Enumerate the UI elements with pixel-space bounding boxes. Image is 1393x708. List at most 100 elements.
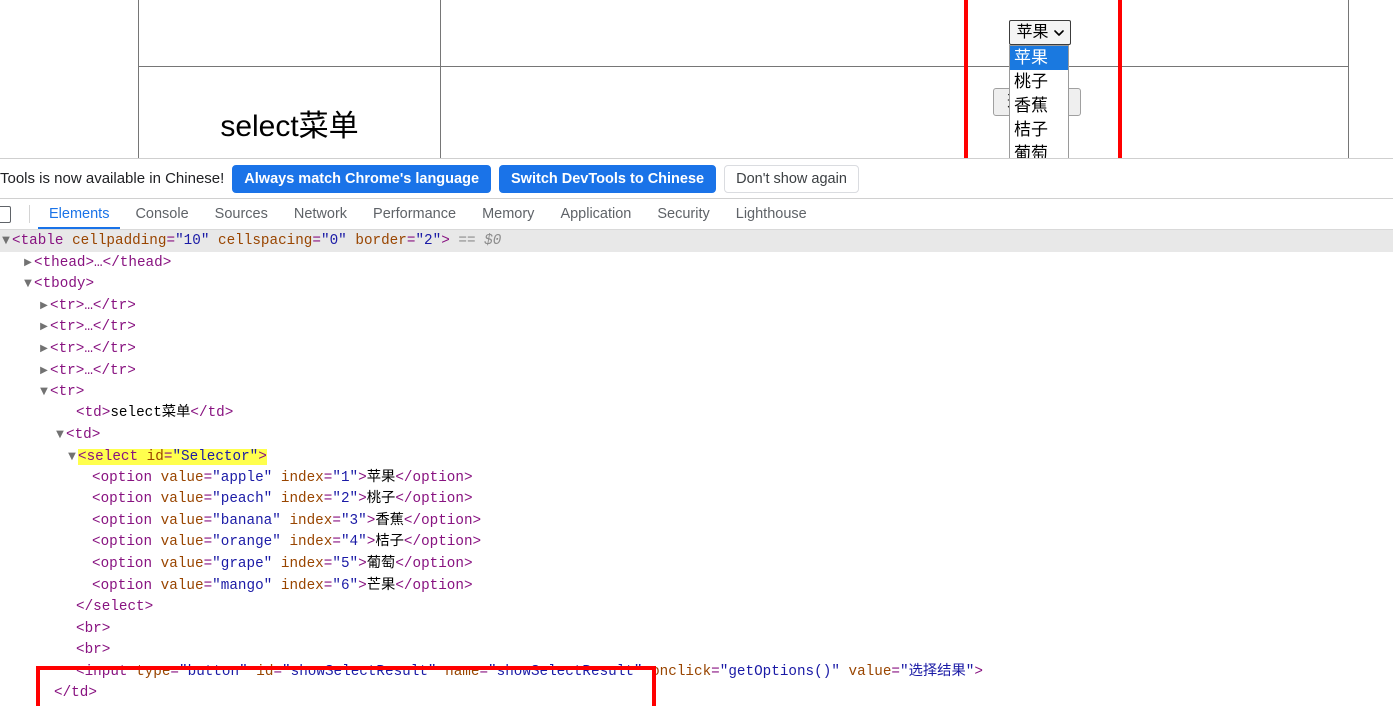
dom-node-tr[interactable]: ▶<tr>…</tr> (0, 295, 1393, 317)
dom-node-tr[interactable]: ▶<tr>…</tr> (0, 338, 1393, 360)
attr-name: onclick (651, 664, 711, 680)
dom-node-text: <tr> (50, 384, 84, 400)
twisty-expanded-icon[interactable]: ▼ (22, 273, 34, 295)
attr-name: border (355, 233, 406, 249)
attr-name: cellpadding (72, 233, 166, 249)
devtools-language-notification: Tools is now available in Chinese! Alway… (0, 159, 1393, 199)
twisty-expanded-icon[interactable]: ▼ (0, 230, 12, 252)
twisty-expanded-icon[interactable]: ▼ (38, 381, 50, 403)
tab-application[interactable]: Application (547, 199, 644, 229)
dom-node-option[interactable]: <option value="apple" index="1">苹果</opti… (0, 468, 1393, 490)
option-value: apple (221, 470, 264, 486)
table-cell-above-label (139, 0, 441, 67)
twisty-expanded-icon[interactable]: ▼ (66, 446, 78, 468)
twisty-collapsed-icon[interactable]: ▶ (22, 252, 34, 274)
dropdown-option[interactable]: 桃子 (1010, 70, 1068, 94)
dom-node-table[interactable]: ▼<table cellpadding="10" cellspacing="0"… (0, 230, 1393, 252)
dom-node-text: <tr>…</tr> (50, 363, 136, 379)
tag-name: table (21, 233, 64, 249)
switch-devtools-to-chinese-button[interactable]: Switch DevTools to Chinese (499, 165, 716, 193)
tag-name: input (85, 664, 128, 680)
dom-node-br[interactable]: <br> (0, 619, 1393, 641)
dom-node-tr[interactable]: ▶<tr>…</tr> (0, 316, 1393, 338)
fruit-select[interactable]: 苹果 (1009, 20, 1071, 45)
attr-name: name (445, 664, 479, 680)
dom-node-text: <td> (66, 427, 100, 443)
option-text: 芒果 (367, 578, 396, 594)
option-value: orange (221, 534, 272, 550)
tab-memory[interactable]: Memory (469, 199, 547, 229)
option-index: 5 (341, 556, 350, 572)
tab-performance[interactable]: Performance (360, 199, 469, 229)
dom-node-select-close[interactable]: </select> (0, 597, 1393, 619)
devtools-toolbar-icons (0, 199, 27, 229)
option-text: 香蕉 (375, 513, 404, 529)
notification-message: Tools is now available in Chinese! (0, 170, 224, 187)
tab-network[interactable]: Network (281, 199, 360, 229)
attr-value: 2 (424, 233, 433, 249)
dom-node-tbody[interactable]: ▼<tbody> (0, 273, 1393, 295)
dom-node-text: <br> (76, 642, 110, 658)
dom-node-select[interactable]: ▼<select id="Selector"> (0, 446, 1393, 468)
table-row-above (139, 0, 1349, 67)
option-index: 6 (341, 578, 350, 594)
attr-name: type (136, 664, 170, 680)
dom-node-br[interactable]: <br> (0, 640, 1393, 662)
dom-node-option[interactable]: <option value="orange" index="4">桔子</opt… (0, 532, 1393, 554)
tab-security[interactable]: Security (644, 199, 722, 229)
attr-name: id (256, 664, 273, 680)
twisty-collapsed-icon[interactable]: ▶ (38, 360, 50, 382)
option-text: 葡萄 (367, 556, 396, 572)
attr-value: showSelectResult (497, 664, 634, 680)
dropdown-option[interactable]: 桔子 (1010, 118, 1068, 142)
option-value: peach (221, 491, 264, 507)
dom-node-tr-expanded[interactable]: ▼<tr> (0, 381, 1393, 403)
attr-name: cellspacing (218, 233, 312, 249)
tab-elements[interactable]: Elements (36, 199, 122, 229)
dom-node-option[interactable]: <option value="peach" index="2">桃子</opti… (0, 489, 1393, 511)
fruit-select-dropdown[interactable]: 苹果 桃子 香蕉 桔子 葡萄 芒果 (1009, 45, 1069, 158)
dom-node-td-close[interactable]: </td> (0, 683, 1393, 705)
option-text: 桃子 (367, 491, 396, 507)
dropdown-option[interactable]: 香蕉 (1010, 94, 1068, 118)
twisty-collapsed-icon[interactable]: ▶ (38, 295, 50, 317)
tab-sources[interactable]: Sources (202, 199, 281, 229)
dom-node-text: </select> (76, 599, 153, 615)
dom-node-thead[interactable]: ▶<thead>…</thead> (0, 252, 1393, 274)
attr-name: id (147, 449, 164, 465)
dom-node-td[interactable]: ▼<td> (0, 424, 1393, 446)
option-value: banana (221, 513, 272, 529)
dom-node-text: <thead>…</thead> (34, 255, 171, 271)
dont-show-again-button[interactable]: Don't show again (724, 165, 859, 193)
dropdown-option[interactable]: 葡萄 (1010, 142, 1068, 158)
dom-td-text: select菜单 (110, 405, 190, 421)
dropdown-option[interactable]: 苹果 (1010, 46, 1068, 70)
attr-value: 选择结果 (909, 664, 966, 680)
dom-node-option[interactable]: <option value="grape" index="5">葡萄</opti… (0, 554, 1393, 576)
twisty-expanded-icon[interactable]: ▼ (54, 424, 66, 446)
twisty-collapsed-icon[interactable]: ▶ (38, 316, 50, 338)
table-cell-control (441, 67, 1349, 159)
twisty-collapsed-icon[interactable]: ▶ (38, 338, 50, 360)
always-match-chrome-language-button[interactable]: Always match Chrome's language (232, 165, 491, 193)
device-toolbar-icon[interactable] (0, 206, 11, 223)
dom-tree[interactable]: ▼<table cellpadding="10" cellspacing="0"… (0, 230, 1393, 706)
web-page-viewport: select菜单 文本框 选择结果 苹果 苹果 桃子 香蕉 桔子 (0, 0, 1393, 158)
attr-value: 10 (184, 233, 201, 249)
tab-console[interactable]: Console (122, 199, 201, 229)
option-index: 3 (350, 513, 359, 529)
dom-node-td-label[interactable]: <td>select菜单</td> (0, 403, 1393, 425)
attr-value: 0 (330, 233, 339, 249)
dom-node-tr[interactable]: ▶<tr>…</tr> (0, 360, 1393, 382)
dom-node-input[interactable]: <input type="button" id="showSelectResul… (0, 662, 1393, 684)
dom-node-text: <tr>…</tr> (50, 341, 136, 357)
dom-node-option[interactable]: <option value="banana" index="3">香蕉</opt… (0, 511, 1393, 533)
dom-node-text: </td> (54, 685, 97, 701)
table-row: select菜单 (139, 67, 1349, 159)
tab-lighthouse[interactable]: Lighthouse (723, 199, 820, 229)
dom-td-close: </td> (190, 405, 233, 421)
attr-value: button (188, 664, 239, 680)
chevron-down-icon (1054, 28, 1064, 38)
option-value: mango (221, 578, 264, 594)
dom-node-option[interactable]: <option value="mango" index="6">芒果</opti… (0, 576, 1393, 598)
